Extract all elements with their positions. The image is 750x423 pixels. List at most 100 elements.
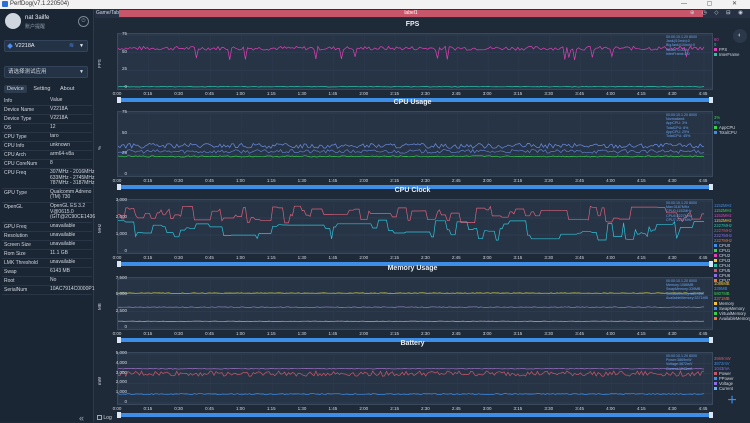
device-select[interactable]: V2218A ≋ ▼	[4, 40, 88, 52]
x-tick-label: 1:00	[236, 331, 245, 336]
toolbar-tab-name[interactable]: Game/Tab	[96, 9, 119, 18]
info-table-row: RootNo	[2, 277, 92, 286]
log-checkbox[interactable]	[97, 415, 102, 420]
app-select[interactable]: 请选择测试应用 ▼	[4, 66, 88, 78]
chart-plot-area[interactable]: 00:00:10.1.20 8000Max:3187MHzCPU0:1152MH…	[117, 199, 713, 254]
chart-plot-area[interactable]: 00:00:10.1.20 8000Normalized:AppCPU: 3%T…	[117, 111, 713, 177]
chart-tooltip: 00:00:10.1.20 8000Normalized:AppCPU: 3%T…	[666, 113, 697, 138]
x-tick-label: 3:00	[483, 331, 492, 336]
info-value: No	[50, 278, 56, 284]
log-label: Log	[103, 415, 111, 421]
account-label[interactable]: 账户提醒	[25, 23, 45, 30]
info-key: CPU CoreNum	[4, 161, 37, 167]
y-tick-label: 25	[122, 150, 127, 155]
info-key: CPU Arch	[4, 152, 26, 158]
info-table-row: Resolutionunavailable	[2, 232, 92, 241]
y-tick-label: 0	[124, 248, 127, 253]
legend-swatch	[714, 244, 717, 247]
add-panel-button[interactable]: +	[725, 394, 739, 408]
info-key: Rom Size	[4, 251, 26, 257]
chart-legend: 3869mW3872mV1043mAPowerPPowerVoltageCurr…	[714, 356, 734, 391]
chevron-down-icon: ▼	[79, 67, 84, 77]
legend-item[interactable]: TotalCPU	[714, 130, 737, 135]
x-tick-label: 0:00	[113, 331, 122, 336]
y-tick-label: 75	[122, 109, 127, 114]
x-tick-label: 1:15	[267, 91, 276, 96]
legend-item[interactable]: AvailableMemory	[714, 316, 750, 321]
x-tick-label: 4:45	[699, 91, 708, 96]
legend-item[interactable]: InterFrame	[714, 52, 739, 57]
x-tick-label: 0:00	[113, 406, 122, 411]
y-tick-label: 5,000	[116, 350, 127, 355]
chart-plot-area[interactable]: 00:00:10.1.20 8000Power:3869mWVoltage:38…	[117, 352, 713, 405]
top-toolbar: Game/Tab label1 ⊕ ◷ ◇ ⊟ ◉	[95, 9, 750, 18]
info-key: Swap	[4, 269, 17, 275]
legend-swatch	[714, 254, 717, 257]
legend-swatch	[714, 126, 717, 129]
info-key: LMK Threshold	[4, 260, 38, 266]
avatar[interactable]	[5, 13, 21, 29]
y-tick-label: 0	[124, 84, 127, 89]
chart-svg	[118, 200, 712, 253]
series-line	[118, 220, 704, 240]
toolbar-icons[interactable]: ⊕ ◷ ◇ ⊟ ◉	[690, 9, 746, 18]
x-tick-label: 1:15	[267, 178, 276, 183]
chart-tooltip: 00:00:10.1.20 8000Memory:1086MBSwapMemor…	[666, 279, 708, 300]
y-axis-label: MB	[97, 303, 102, 310]
chart-tooltip: 00:00:10.1.20 8000Power:3869mWVoltage:38…	[666, 354, 697, 371]
x-tick-label: 1:30	[298, 178, 307, 183]
info-value: V2218A	[50, 107, 68, 113]
x-tick-label: 1:45	[329, 178, 338, 183]
tooltip-line: TotalCPU: 45%	[666, 134, 697, 138]
info-key: Screen Size	[4, 242, 31, 248]
series-line	[118, 368, 704, 369]
x-tick-label: 1:30	[298, 91, 307, 96]
x-tick-label: 3:30	[544, 178, 553, 183]
info-key: Resolution	[4, 233, 28, 239]
x-tick-label: 4:15	[637, 91, 646, 96]
x-tick-label: 3:45	[575, 406, 584, 411]
info-table-header: InfoValue	[2, 97, 92, 106]
chart-plot-area[interactable]: 00:00:10.1.20 8000Memory:1086MBSwapMemor…	[117, 277, 713, 330]
x-tick-label: 1:30	[298, 406, 307, 411]
info-value: 12	[50, 125, 56, 131]
x-tick-label: 4:00	[606, 91, 615, 96]
y-tick-label: 3,000	[116, 197, 127, 202]
x-tick-label: 4:15	[637, 178, 646, 183]
info-table-row: Device TypeV2218A	[2, 115, 92, 124]
x-tick-label: 2:30	[421, 91, 430, 96]
y-tick-label: 50	[122, 49, 127, 54]
tab-device[interactable]: Device	[4, 85, 27, 93]
legend-swatch	[714, 131, 717, 134]
logout-icon[interactable]: ⏻	[78, 16, 89, 27]
info-key: Device Type	[4, 116, 31, 122]
window-controls[interactable]: — ▢ ✕	[681, 0, 746, 9]
y-tick-label: 2,000	[116, 379, 127, 384]
x-tick-label: 2:15	[390, 331, 399, 336]
legend-swatch	[714, 307, 717, 310]
y-tick-label: 7,500	[116, 275, 127, 280]
legend-item[interactable]: Current	[714, 386, 734, 391]
chart-svg	[118, 112, 712, 176]
x-tick-label: 2:00	[359, 91, 368, 96]
y-tick-label: 50	[122, 130, 127, 135]
x-tick-label: 2:15	[390, 178, 399, 183]
x-tick-label: 3:00	[483, 406, 492, 411]
wifi-icon: ≋	[69, 41, 74, 51]
chart-plot-area[interactable]: 00:00:10.1.20 8000Jank(/10min):0BigJank(…	[117, 33, 713, 90]
y-tick-label: 5,000	[116, 291, 127, 296]
tab-setting[interactable]: Setting	[30, 85, 53, 93]
x-tick-label: 4:15	[637, 255, 646, 260]
tab-about[interactable]: About	[57, 85, 77, 93]
legend-swatch	[714, 317, 717, 320]
info-key: OpenGL	[4, 204, 23, 210]
y-tick-label: 2,000	[116, 214, 127, 219]
device-dot-icon	[7, 43, 13, 49]
x-tick-label: 4:00	[606, 331, 615, 336]
x-tick-label: 0:00	[113, 178, 122, 183]
info-table-row: CPU Infounknown	[2, 142, 92, 151]
y-tick-label: 2,500	[116, 308, 127, 313]
x-tick-label: 4:45	[699, 406, 708, 411]
label-bar[interactable]: label1	[119, 10, 703, 17]
x-tick-label: 1:45	[329, 331, 338, 336]
